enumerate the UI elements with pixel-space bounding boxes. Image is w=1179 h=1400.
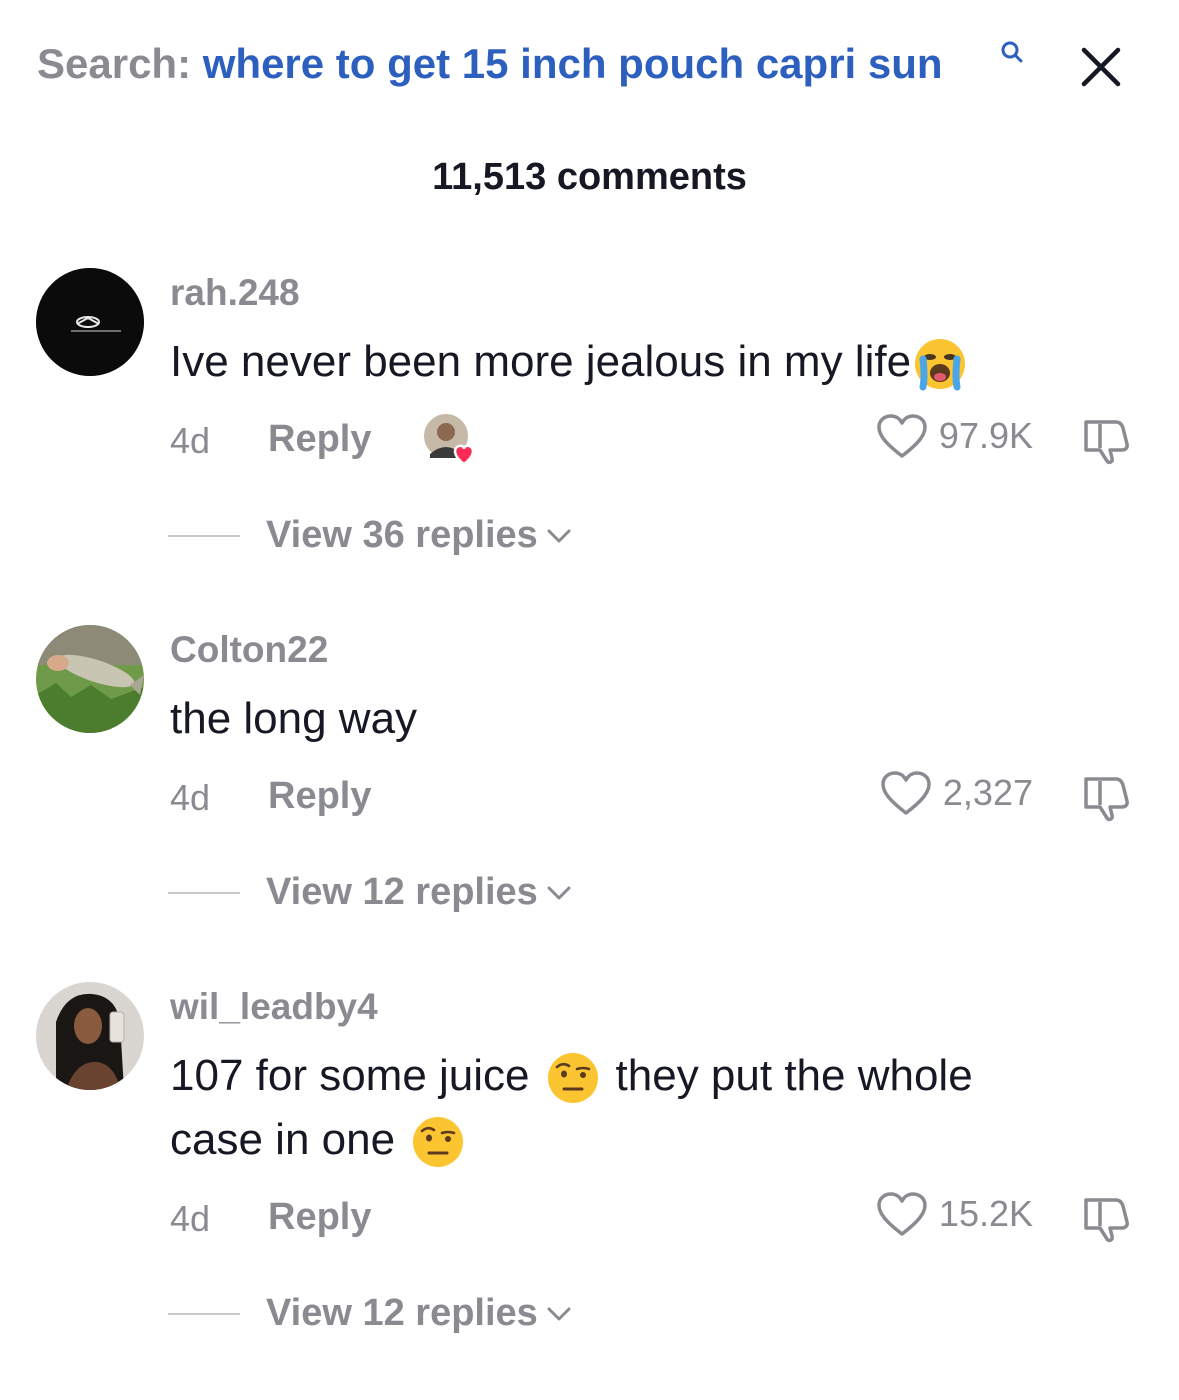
reply-button[interactable]: Reply — [268, 775, 371, 818]
comment-item: Colton22 the long way 4d Reply 2,327 Vie… — [0, 625, 1179, 925]
comment-item: wil_leadby4 107 for some juice they put … — [0, 982, 1179, 1362]
comment-text-main: Ive never been more jealous in my life — [170, 337, 912, 386]
search-prefix: Search: — [37, 40, 192, 87]
view-replies-label: View 12 replies — [266, 1292, 538, 1334]
replies-divider — [168, 1312, 240, 1315]
username[interactable]: rah.248 — [170, 272, 300, 314]
fish-photo-avatar-image — [36, 625, 144, 733]
username[interactable]: wil_leadby4 — [170, 986, 378, 1028]
comment-item: rah.248 Ive never been more jealous in m… — [0, 268, 1179, 568]
chevron-down-icon — [547, 886, 571, 899]
view-replies-label: View 12 replies — [266, 871, 538, 913]
view-replies-label: View 36 replies — [266, 514, 538, 556]
comment-text: Ive never been more jealous in my life — [170, 330, 973, 394]
view-replies-button[interactable]: View 36 replies — [168, 514, 572, 557]
search-query-link[interactable]: where to get 15 inch pouch capri sun — [203, 40, 943, 87]
like-count: 2,327 — [942, 772, 1033, 813]
reply-button[interactable]: Reply — [268, 418, 371, 461]
like-button[interactable]: 97.9K — [875, 412, 1033, 460]
view-replies-button[interactable]: View 12 replies — [168, 1292, 572, 1335]
creator-liked-badge — [420, 412, 482, 468]
thumbs-down-icon[interactable] — [1080, 414, 1132, 466]
comment-text-main: the long way — [170, 694, 418, 743]
avatar[interactable] — [36, 982, 144, 1090]
comments-sheet: Search: where to get 15 inch pouch capri… — [0, 0, 1179, 1400]
view-replies-button[interactable]: View 12 replies — [168, 871, 572, 914]
like-count: 15.2K — [938, 1193, 1033, 1234]
avatar[interactable] — [36, 625, 144, 733]
replies-divider — [168, 534, 240, 537]
comment-text-continued: they put the whole — [615, 1051, 973, 1100]
heart-outline-icon — [877, 1192, 927, 1236]
chevron-down-icon — [547, 529, 571, 542]
loudly-crying-face-emoji-icon — [915, 339, 966, 391]
face-with-raised-eyebrow-emoji-icon — [413, 1117, 464, 1168]
avatar[interactable] — [36, 268, 144, 376]
comment-text-line2-main: case in one — [170, 1115, 396, 1164]
heart-outline-icon — [877, 414, 927, 458]
face-with-raised-eyebrow-emoji-icon — [547, 1053, 598, 1104]
replies-divider — [168, 891, 240, 894]
creator-avatar-heart-icon — [422, 412, 475, 466]
comment-age: 4d — [170, 1198, 211, 1239]
selfie-avatar-image — [36, 982, 144, 1090]
comment-text-line2: case in one — [170, 1108, 471, 1172]
search-header[interactable]: Search: where to get 15 inch pouch capri… — [37, 40, 943, 88]
comment-text: the long way — [170, 687, 417, 751]
reply-button[interactable]: Reply — [268, 1196, 371, 1239]
thumbs-down-icon[interactable] — [1080, 771, 1132, 823]
like-button[interactable]: 15.2K — [875, 1190, 1033, 1238]
comment-age: 4d — [170, 420, 211, 461]
infiniti-logo-avatar-image — [36, 268, 144, 376]
comment-text: 107 for some juice they put the whole — [170, 1044, 973, 1108]
username[interactable]: Colton22 — [170, 629, 328, 671]
close-icon[interactable] — [1078, 44, 1124, 90]
chevron-down-icon — [547, 1307, 571, 1320]
comment-count: 11,513 comments — [432, 156, 747, 198]
heart-outline-icon — [881, 771, 931, 815]
search-icon[interactable] — [1000, 40, 1024, 66]
like-button[interactable]: 2,327 — [879, 769, 1033, 817]
comment-age: 4d — [170, 777, 211, 818]
thumbs-down-icon[interactable] — [1080, 1192, 1132, 1244]
like-count: 97.9K — [938, 415, 1033, 456]
comment-text-main: 107 for some juice — [170, 1051, 530, 1100]
